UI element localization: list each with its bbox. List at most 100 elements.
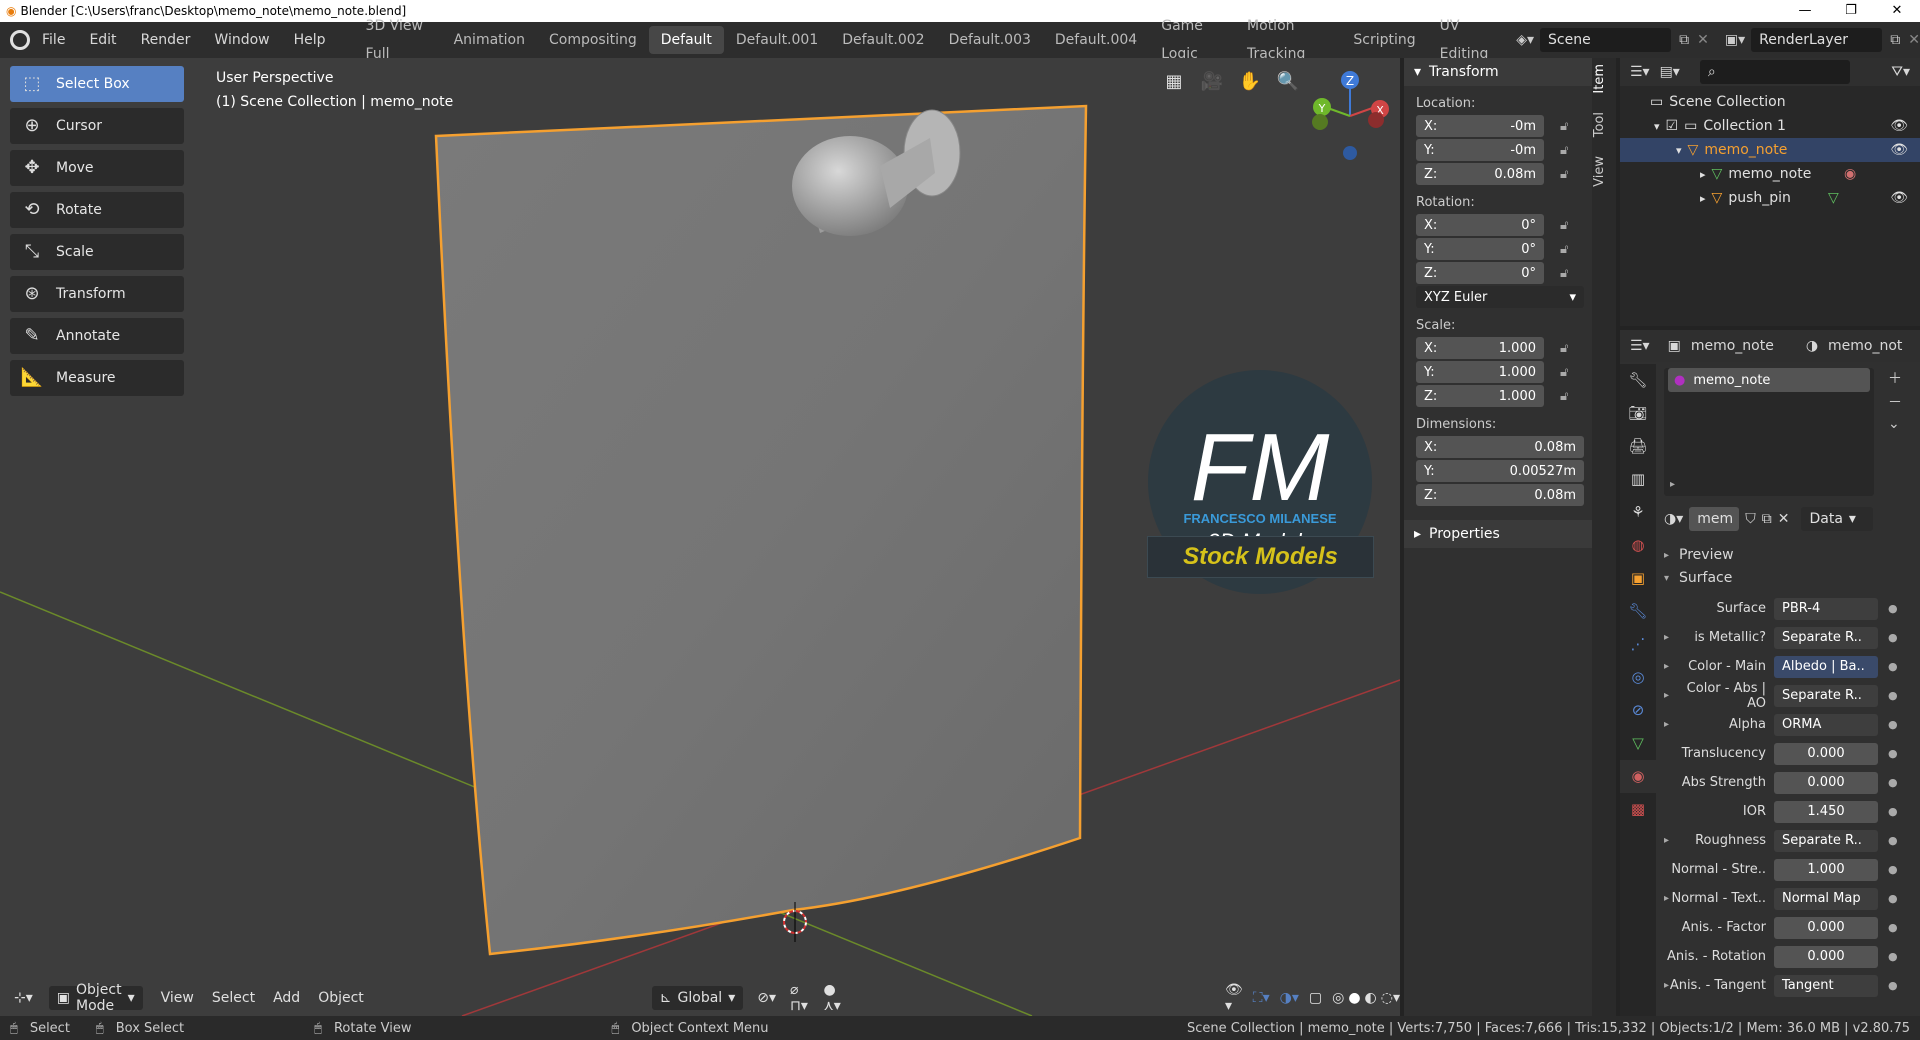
outliner-memo-note-mesh[interactable]: ▸ ▽ memo_note ◉ bbox=[1620, 162, 1920, 186]
menu-add[interactable]: Add bbox=[273, 990, 300, 1006]
outliner-push-pin[interactable]: ▸ ▽ push_pin ▽ 👁 bbox=[1620, 186, 1920, 210]
shading-wire-icon[interactable]: ◎ bbox=[1332, 990, 1344, 1006]
socket-dot-icon[interactable]: ● bbox=[1888, 805, 1898, 818]
socket-dot-icon[interactable]: ● bbox=[1888, 776, 1898, 789]
gizmo-toggle-icon[interactable]: ⛶▾ bbox=[1253, 990, 1270, 1006]
editor-type-icon[interactable]: ⊹▾ bbox=[14, 990, 33, 1006]
scale-x-field[interactable]: X: 1.000 bbox=[1416, 337, 1544, 359]
constraints-tab-icon[interactable]: ⊘ bbox=[1620, 694, 1656, 727]
unlink-icon[interactable]: ✕ bbox=[1778, 511, 1790, 527]
maximize-icon[interactable]: ❐ bbox=[1828, 0, 1874, 22]
tab-animation[interactable]: Animation bbox=[442, 26, 537, 54]
tab-item[interactable]: Item bbox=[1592, 64, 1616, 94]
snap-icon[interactable]: ⌀ ⊓▾ bbox=[790, 982, 810, 1014]
expand-arrow-icon[interactable]: ▸ bbox=[1664, 980, 1669, 991]
tab-default-003[interactable]: Default.003 bbox=[937, 26, 1043, 54]
tab-compositing[interactable]: Compositing bbox=[537, 26, 649, 54]
lock-icon[interactable]: 🔓︎ bbox=[1560, 266, 1568, 281]
menu-file[interactable]: File bbox=[42, 32, 65, 48]
socket-dot-icon[interactable]: ● bbox=[1888, 718, 1898, 731]
tool-scale[interactable]: ⤡ Scale bbox=[10, 234, 184, 270]
surface-input-value[interactable]: Separate R.. bbox=[1774, 829, 1878, 852]
socket-dot-icon[interactable]: ● bbox=[1888, 979, 1898, 992]
socket-dot-icon[interactable]: ● bbox=[1888, 950, 1898, 963]
expand-arrow-icon[interactable]: ▸ bbox=[1664, 835, 1669, 846]
toggle-ortho-icon[interactable]: ▦ bbox=[1160, 68, 1188, 96]
scale-y-field[interactable]: Y: 1.000 bbox=[1416, 361, 1544, 383]
slot-menu-button[interactable]: ⌄ bbox=[1888, 416, 1900, 432]
menu-select[interactable]: Select bbox=[212, 990, 255, 1006]
expand-icon[interactable]: ▸ bbox=[1670, 479, 1675, 490]
rotation-mode-select[interactable]: XYZ Euler ▾ bbox=[1416, 286, 1584, 308]
tool-measure[interactable]: 📐 Measure bbox=[10, 360, 184, 396]
surface-input-value[interactable]: Tangent bbox=[1774, 974, 1878, 997]
3d-viewport[interactable]: Z X Y FM FRANCESCO MILANESE 3D Models St… bbox=[0, 58, 1400, 1016]
zoom-icon[interactable]: 🔍 bbox=[1274, 68, 1302, 96]
material-slot[interactable]: ● memo_note bbox=[1668, 368, 1870, 392]
world-tab-icon[interactable]: ◍ bbox=[1620, 529, 1656, 562]
socket-dot-icon[interactable]: ● bbox=[1888, 834, 1898, 847]
dimensions-y-field[interactable]: Y: 0.00527m bbox=[1416, 460, 1584, 482]
filter-icon[interactable]: ⛛▾ bbox=[1891, 64, 1910, 80]
mode-select[interactable]: ▣ Object Mode ▾ bbox=[48, 982, 143, 1014]
tool-move[interactable]: ✥ Move bbox=[10, 150, 184, 186]
shading-solid-icon[interactable]: ● bbox=[1348, 990, 1360, 1006]
expand-arrow-icon[interactable]: ▸ bbox=[1664, 690, 1669, 701]
material-name-field[interactable]: mem bbox=[1689, 507, 1740, 531]
outliner-memo-note[interactable]: ▾ ▽ memo_note 👁 bbox=[1620, 138, 1920, 162]
preview-header[interactable]: ▸ Preview bbox=[1664, 544, 1920, 566]
eye-icon[interactable]: 👁 bbox=[1890, 190, 1908, 206]
tool-tab-icon[interactable]: 🔧︎ bbox=[1620, 364, 1656, 397]
shading-render-icon[interactable]: ◌▾ bbox=[1381, 990, 1400, 1006]
renderlayer-new-icon[interactable]: ⧉ bbox=[1890, 32, 1900, 48]
output-tab-icon[interactable]: 🖨︎ bbox=[1620, 430, 1656, 463]
tab-default-004[interactable]: Default.004 bbox=[1043, 26, 1149, 54]
tool-rotate[interactable]: ⟲ Rotate bbox=[10, 192, 184, 228]
orientation-select[interactable]: ⊾ Global ▾ bbox=[651, 986, 744, 1010]
location-x-field[interactable]: X: -0m bbox=[1416, 115, 1544, 137]
surface-input-value[interactable]: 1.450 bbox=[1774, 800, 1878, 823]
surface-input-value[interactable]: Separate R.. bbox=[1774, 626, 1878, 649]
socket-dot-icon[interactable]: ● bbox=[1888, 863, 1898, 876]
duplicate-icon[interactable]: ⧉ bbox=[1762, 511, 1772, 527]
surface-input-value[interactable]: 0.000 bbox=[1774, 916, 1878, 939]
tool-transform[interactable]: ⊛ Transform bbox=[10, 276, 184, 312]
minimize-icon[interactable]: — bbox=[1782, 0, 1828, 22]
camera-view-icon[interactable]: 🎥 bbox=[1198, 68, 1226, 96]
shading-material-icon[interactable]: ◐ bbox=[1365, 990, 1377, 1006]
expand-arrow-icon[interactable]: ▸ bbox=[1664, 661, 1669, 672]
slot-add-button[interactable]: ＋ bbox=[1888, 368, 1902, 388]
socket-dot-icon[interactable]: ● bbox=[1888, 631, 1898, 644]
tool-annotate[interactable]: ✎ Annotate bbox=[10, 318, 184, 354]
surface-input-value[interactable]: 1.000 bbox=[1774, 858, 1878, 881]
socket-dot-icon[interactable]: ● bbox=[1888, 602, 1898, 615]
eye-icon[interactable]: 👁 bbox=[1890, 142, 1908, 158]
lock-icon[interactable]: 🔓︎ bbox=[1560, 389, 1568, 404]
properties-panel-header[interactable]: ▸ Properties bbox=[1404, 520, 1592, 548]
scene-field[interactable]: Scene bbox=[1540, 28, 1672, 52]
xray-icon[interactable]: ▢ bbox=[1309, 990, 1322, 1006]
surface-input-value[interactable]: Normal Map bbox=[1774, 887, 1878, 910]
display-mode-icon[interactable]: ▤▾ bbox=[1660, 64, 1680, 80]
surface-input-value[interactable]: 0.000 bbox=[1774, 945, 1878, 968]
menu-window[interactable]: Window bbox=[214, 32, 269, 48]
navigation-gizmo[interactable]: Z X Y bbox=[1312, 71, 1389, 160]
lock-icon[interactable]: 🔓︎ bbox=[1560, 365, 1568, 380]
physics-tab-icon[interactable]: ◎ bbox=[1620, 661, 1656, 694]
visibility-icon[interactable]: 👁▾ bbox=[1225, 982, 1243, 1014]
surface-header[interactable]: ▾ Surface bbox=[1664, 566, 1920, 590]
menu-edit[interactable]: Edit bbox=[89, 32, 116, 48]
socket-dot-icon[interactable]: ● bbox=[1888, 892, 1898, 905]
rotation-y-field[interactable]: Y: 0° bbox=[1416, 238, 1544, 260]
render-tab-icon[interactable]: 📷︎ bbox=[1620, 397, 1656, 430]
lock-icon[interactable]: 🔓︎ bbox=[1560, 242, 1568, 257]
slot-remove-button[interactable]: － bbox=[1888, 392, 1902, 412]
outliner-editor-icon[interactable]: ☰▾ bbox=[1630, 64, 1650, 80]
view-layer-tab-icon[interactable]: ▥ bbox=[1620, 463, 1656, 496]
surface-input-value[interactable]: 0.000 bbox=[1774, 771, 1878, 794]
lock-icon[interactable]: 🔓︎ bbox=[1560, 341, 1568, 356]
tool-cursor[interactable]: ⊕ Cursor bbox=[10, 108, 184, 144]
eye-icon[interactable]: 👁 bbox=[1890, 118, 1908, 134]
surface-input-value[interactable]: ORMA bbox=[1774, 713, 1878, 736]
menu-object[interactable]: Object bbox=[318, 990, 364, 1006]
